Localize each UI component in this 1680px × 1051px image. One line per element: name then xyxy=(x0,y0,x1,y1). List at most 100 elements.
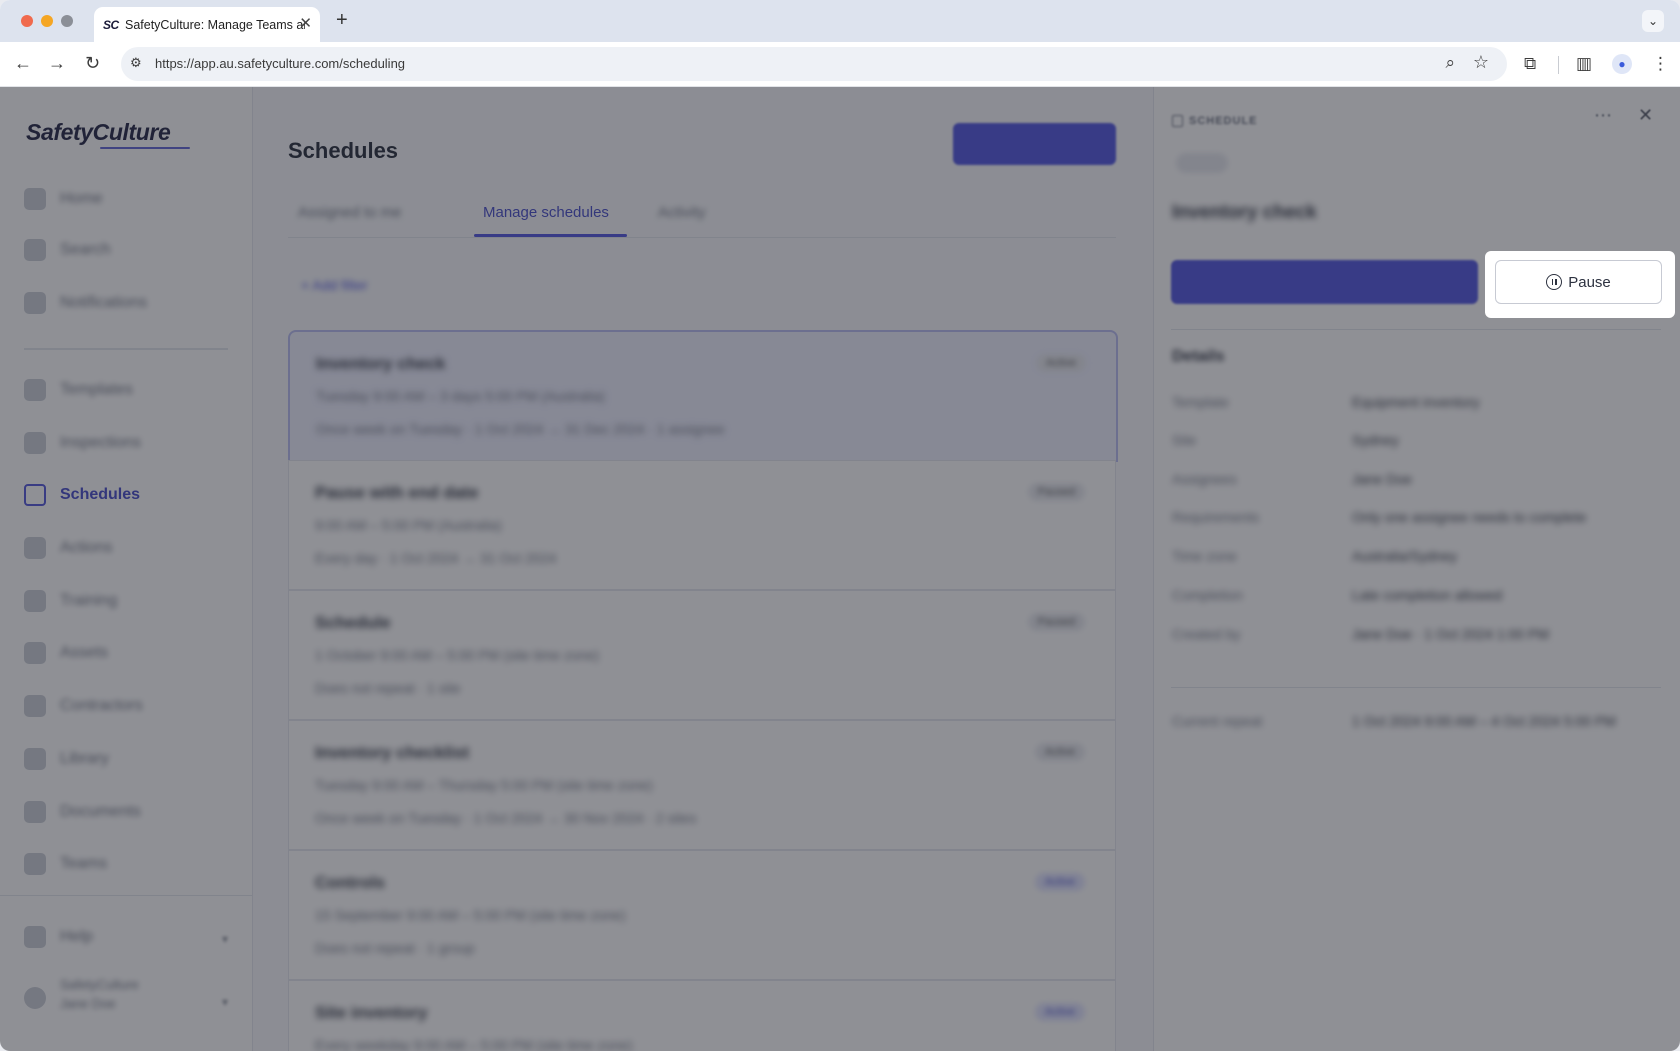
help-chevron-icon[interactable]: ▾ xyxy=(222,932,228,946)
sidebar-item-home[interactable]: Home xyxy=(24,186,103,212)
close-window-button[interactable] xyxy=(21,15,33,27)
back-arrow-icon[interactable]: ← xyxy=(14,52,32,74)
detail-row-template: Template Equipment inventory xyxy=(1172,394,1662,414)
sidebar-item-label: Assets xyxy=(60,644,109,661)
logo-underline xyxy=(100,147,190,149)
schedule-card[interactable]: Inventory checklist Active Tuesday 9:00 … xyxy=(288,720,1116,850)
pause-circle-icon xyxy=(1546,274,1563,290)
tab-activity[interactable]: Activity xyxy=(658,204,706,221)
schedule-card[interactable]: Site inventory Active Every weekday 9:00… xyxy=(288,980,1116,1051)
create-schedule-button[interactable] xyxy=(953,123,1116,165)
team-icon xyxy=(24,853,46,875)
sidebar-item-actions[interactable]: Actions xyxy=(24,535,112,561)
sidebar-item-notifications[interactable]: Notifications xyxy=(24,290,147,316)
organization-avatar-icon xyxy=(24,987,46,1009)
close-icon[interactable]: ✕ xyxy=(1638,105,1653,126)
sidebar-item-assets[interactable]: Assets xyxy=(24,640,108,666)
sidebar-item-search[interactable]: Search xyxy=(24,237,111,263)
account-user-name: Jane Doe xyxy=(60,996,116,1011)
address-bar[interactable]: ⚙ https://app.au.safetyculture.com/sched… xyxy=(121,47,1507,81)
zoom-magnifier-icon[interactable]: ⌕ xyxy=(1445,53,1455,73)
reload-icon[interactable]: ↻ xyxy=(85,52,100,74)
panel-divider xyxy=(1171,687,1661,688)
status-badge: Active xyxy=(1035,873,1085,891)
sidebar-item-teams[interactable]: Teams xyxy=(24,851,107,877)
detail-value: Only one assignee needs to complete xyxy=(1352,509,1587,525)
status-badge: Active xyxy=(1035,743,1085,761)
start-inspection-button[interactable] xyxy=(1171,260,1478,304)
detail-row-site: Site Sydney xyxy=(1172,432,1662,452)
schedule-card-title: Controls xyxy=(315,873,385,892)
zoom-window-button[interactable] xyxy=(61,15,73,27)
schedule-detail-panel: SCHEDULE ⋯ ✕ Inventory check Details Tem… xyxy=(1153,87,1680,1051)
inspection-icon xyxy=(24,432,46,454)
detail-value: 1 Oct 2024 9:00 AM – 4 Oct 2024 5:00 PM xyxy=(1352,713,1616,729)
detail-value: Jane Doe xyxy=(1352,471,1412,487)
minimize-window-button[interactable] xyxy=(41,15,53,27)
browser-tab[interactable]: SC SafetyCulture: Manage Teams and... ✕ xyxy=(94,7,320,42)
schedule-card[interactable]: Controls Active 15 September 9:00 AM – 5… xyxy=(288,850,1116,980)
profile-avatar-icon[interactable]: ● xyxy=(1612,54,1632,74)
sidebar-item-label: Training xyxy=(60,592,118,609)
schedule-tabs: Assigned to me Manage schedules Activity xyxy=(288,195,1116,238)
detail-value: Jane Doe · 1 Oct 2024 1:00 PM xyxy=(1352,626,1549,642)
main-content: Schedules Assigned to me Manage schedule… xyxy=(253,87,1153,1051)
forward-arrow-icon[interactable]: → xyxy=(48,52,66,74)
browser-menu-kebab-icon[interactable]: ⋮ xyxy=(1652,53,1669,75)
tab-manage-schedules[interactable]: Manage schedules xyxy=(483,204,609,221)
account-text: SafetyCulture Jane Doe xyxy=(46,977,139,1011)
safetyculture-logo[interactable]: SafetyCulture xyxy=(26,119,171,146)
schedule-card-time: Tuesday 9:00 AM – Thursday 5:00 PM (site… xyxy=(315,777,653,793)
status-badge: Active xyxy=(1036,354,1086,372)
extensions-puzzle-icon[interactable]: ⧉ xyxy=(1524,53,1536,75)
sidebar-item-label: Search xyxy=(60,241,111,258)
schedule-card[interactable]: Inventory check Active Tuesday 9:00 AM –… xyxy=(288,330,1118,462)
sidebar-item-label: Library xyxy=(60,750,109,767)
calendar-icon xyxy=(1172,115,1183,127)
site-settings-icon[interactable]: ⚙ xyxy=(130,55,142,71)
schedule-card-time: 9:00 AM – 5:00 PM (Australia) xyxy=(315,517,502,533)
schedule-card[interactable]: Schedule Paused 1 October 9:00 AM – 5:00… xyxy=(288,590,1116,720)
detail-row-current-repeat: Current repeat 1 Oct 2024 9:00 AM – 4 Oc… xyxy=(1172,713,1662,733)
sidebar-item-documents[interactable]: Documents xyxy=(24,799,141,825)
sidebar-item-label: Actions xyxy=(60,539,113,556)
schedule-card[interactable]: Pause with end date Paused 9:00 AM – 5:0… xyxy=(288,460,1116,590)
bell-icon xyxy=(24,292,46,314)
tab-assigned-to-me[interactable]: Assigned to me xyxy=(298,204,401,221)
add-filter-button[interactable]: + Add filter xyxy=(301,277,368,293)
detail-label: Completion xyxy=(1172,587,1243,603)
calendar-icon xyxy=(24,484,46,506)
sidebar-item-templates[interactable]: Templates xyxy=(24,377,133,403)
schedule-card-title: Inventory check xyxy=(316,354,446,373)
sidebar-item-contractors[interactable]: Contractors xyxy=(24,693,143,719)
library-icon xyxy=(24,748,46,770)
tab-search-chevron-icon[interactable]: ⌄ xyxy=(1642,10,1664,32)
detail-label: Requirements xyxy=(1172,509,1260,525)
sidebar-account[interactable]: SafetyCulture Jane Doe xyxy=(24,977,139,1021)
pause-button[interactable]: Pause xyxy=(1495,260,1662,304)
sidebar-item-schedules[interactable]: Schedules xyxy=(24,482,140,508)
detail-row-created-by: Created by Jane Doe · 1 Oct 2024 1:00 PM xyxy=(1172,626,1662,646)
new-tab-plus-icon[interactable]: + xyxy=(336,9,348,31)
schedule-card-time: 15 September 9:00 AM – 5:00 PM (site tim… xyxy=(315,907,626,923)
tab-title: SafetyCulture: Manage Teams and... xyxy=(125,17,305,32)
account-chevron-icon[interactable]: ▾ xyxy=(222,995,228,1009)
sidebar-item-inspections[interactable]: Inspections xyxy=(24,430,141,456)
panel-eyebrow-label: SCHEDULE xyxy=(1189,115,1258,127)
sidebar-item-label: Teams xyxy=(60,855,108,872)
close-tab-icon[interactable]: ✕ xyxy=(299,15,312,33)
sidebar-item-library[interactable]: Library xyxy=(24,746,109,772)
detail-row-assignees: Assignees Jane Doe xyxy=(1172,471,1662,491)
more-options-icon[interactable]: ⋯ xyxy=(1594,105,1612,126)
panel-divider xyxy=(1171,329,1661,330)
sidebar-item-label: Templates xyxy=(60,381,133,398)
url-text[interactable]: https://app.au.safetyculture.com/schedul… xyxy=(155,56,405,71)
side-panel-icon[interactable]: ▥ xyxy=(1576,53,1592,75)
sidebar-item-help[interactable]: Help xyxy=(24,924,93,950)
toolbar-divider xyxy=(1558,56,1559,74)
sidebar-item-training[interactable]: Training xyxy=(24,588,117,614)
contractor-icon xyxy=(24,695,46,717)
detail-value[interactable]: Equipment inventory xyxy=(1352,394,1480,410)
sidebar-item-label: Contractors xyxy=(60,697,143,714)
bookmark-star-icon[interactable]: ☆ xyxy=(1473,52,1489,73)
